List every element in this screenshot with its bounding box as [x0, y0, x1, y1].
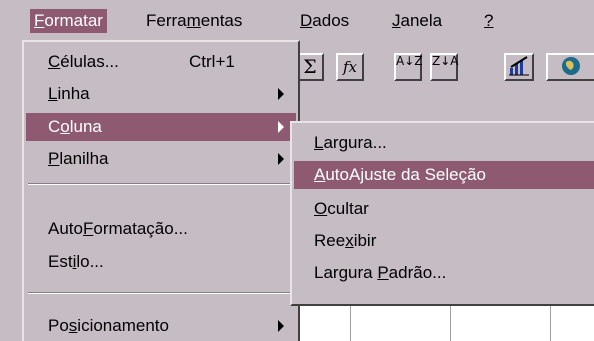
sort-descending-icon: Z↓A [432, 54, 459, 68]
submenu-item-ocultar[interactable]: Ocultar [294, 195, 594, 223]
menu-item-linha[interactable]: Linha [26, 80, 296, 108]
function-button[interactable]: fx [336, 53, 364, 81]
submenu-arrow-icon [278, 153, 284, 165]
menu-item-estilo[interactable]: Estilo... [26, 248, 296, 276]
menu-bar: Formatar Ferramentas Dados Janela ? [0, 0, 594, 40]
menu-ferramentas[interactable]: Ferramentas [142, 9, 246, 33]
grid-line [350, 300, 351, 341]
menu-item-posicionamento[interactable]: Posicionamento [26, 312, 296, 340]
menu-separator [28, 292, 292, 294]
submenu-arrow-icon [278, 121, 284, 133]
submenu-item-largura-padrao[interactable]: Largura Padrão... [294, 259, 594, 287]
menu-item-planilha[interactable]: Planilha [26, 145, 296, 173]
shortcut-label: Ctrl+1 [189, 52, 235, 71]
menu-separator [28, 183, 292, 185]
map-icon [562, 57, 580, 75]
submenu-item-reexibir[interactable]: Reexibir [294, 227, 594, 255]
menu-janela[interactable]: Janela [388, 9, 446, 33]
sum-icon: Σ [303, 56, 317, 78]
chart-wizard-button[interactable] [504, 53, 534, 81]
menu-item-autoformatacao[interactable]: AutoFormatação... [26, 215, 296, 243]
toolbar: Σ fx A↓Z Z↓A [290, 40, 594, 106]
spreadsheet-area[interactable] [290, 300, 594, 341]
sort-descending-button[interactable]: Z↓A [430, 53, 458, 81]
sort-ascending-button[interactable]: A↓Z [394, 53, 422, 81]
menu-item-celulas[interactable]: Células... Ctrl+1 [26, 48, 296, 76]
fx-icon: fx [342, 58, 357, 76]
autosum-button[interactable]: Σ [296, 53, 324, 81]
menu-dados[interactable]: Dados [296, 9, 353, 33]
menu-help[interactable]: ? [480, 9, 497, 33]
map-button[interactable] [546, 53, 594, 81]
sort-ascending-icon: A↓Z [396, 54, 423, 68]
grid-line [550, 300, 551, 341]
submenu-item-autoajuste[interactable]: AutoAjuste da Seleção [294, 161, 594, 189]
chart-wizard-icon [509, 56, 529, 76]
submenu-item-largura[interactable]: Largura... [294, 129, 594, 157]
format-menu: Células... Ctrl+1 Linha Coluna Planilha … [22, 40, 300, 341]
menu-item-coluna[interactable]: Coluna [26, 113, 296, 141]
submenu-arrow-icon [278, 88, 284, 100]
column-submenu: Largura... AutoAjuste da Seleção Ocultar… [290, 121, 594, 306]
grid-line [450, 300, 451, 341]
menu-formatar[interactable]: Formatar [30, 9, 107, 33]
submenu-arrow-icon [278, 320, 284, 332]
